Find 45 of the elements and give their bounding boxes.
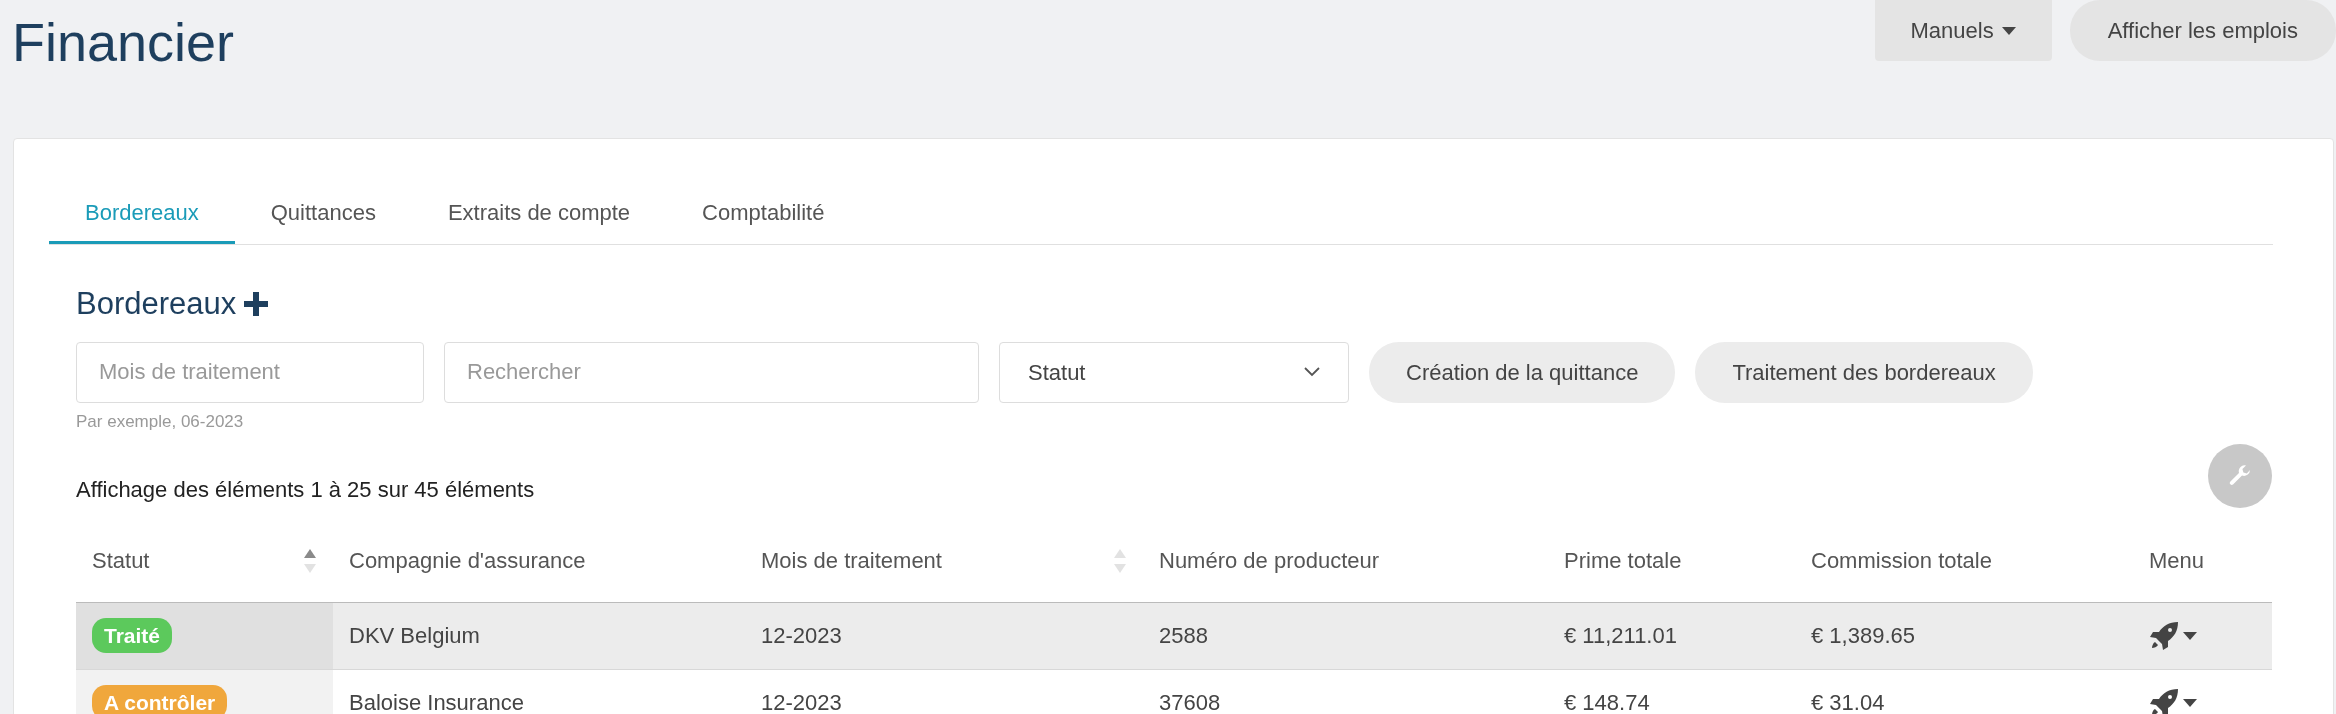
rocket-icon — [2149, 620, 2179, 651]
section-title: Bordereaux — [76, 285, 237, 323]
table-cell: € 148.74 — [1564, 690, 1650, 714]
table-cell: € 31.04 — [1811, 690, 1885, 714]
status-badge: Traité — [92, 617, 173, 654]
table-cell: 2588 — [1159, 623, 1208, 648]
table-cell: 12-2023 — [761, 623, 842, 648]
caret-icon — [2183, 698, 2197, 707]
table-row[interactable]: Traité DKV Belgium 12-2023 2588 € 11,211.01 € 1,389.65 — [76, 602, 2272, 669]
action-button[interactable]: Traitement des bordereaux — [1695, 341, 2033, 403]
column-header: Menu — [2149, 547, 2205, 576]
wrench-icon — [2228, 464, 2252, 488]
table-cell: Baloise Insurance — [349, 690, 524, 714]
show-jobs-button[interactable]: Afficher les emplois — [2069, 0, 2336, 61]
table-cell: € 11,211.01 — [1564, 623, 1677, 648]
column-header: Numéro de producteur — [1159, 547, 1380, 576]
column-header: Prime totale — [1564, 547, 1682, 576]
table-cell: € 1,389.65 — [1811, 623, 1915, 648]
row-menu-button[interactable] — [2149, 687, 2197, 714]
status-select[interactable]: Statut — [999, 341, 1349, 403]
tab[interactable]: Quittances — [234, 184, 412, 244]
tab[interactable]: Extraits de compte — [411, 184, 667, 244]
chevron-down-icon — [1304, 367, 1320, 377]
table-cell: 37608 — [1159, 690, 1221, 714]
field-hint: Par exemple, 06-2023 — [76, 410, 245, 433]
table-row[interactable]: A contrôler Baloise Insurance 12-2023 37608 € 148.74 € 31.04 — [76, 669, 2272, 714]
month-field[interactable]: Mois de traitement — [76, 341, 424, 403]
caret-icon — [2001, 26, 2016, 35]
add-icon[interactable] — [244, 292, 269, 317]
search-field[interactable]: Rechercher — [444, 341, 979, 403]
manuals-dropdown-button[interactable]: Manuels — [1874, 0, 2052, 61]
caret-icon — [2183, 631, 2197, 640]
status-badge: A contrôler — [92, 684, 228, 714]
column-header: Statut — [92, 547, 150, 576]
tab[interactable]: Comptabilité — [666, 184, 861, 244]
row-menu-button[interactable] — [2149, 620, 2197, 651]
table-cell: 12-2023 — [761, 690, 842, 714]
action-button[interactable]: Création de la quittance — [1369, 341, 1676, 403]
rocket-icon — [2149, 687, 2179, 714]
page-title: Financier — [12, 11, 235, 74]
column-header: Mois de traitement — [761, 547, 942, 576]
column-header: Compagnie d'assurance — [349, 547, 586, 576]
results-info: Affichage des éléments 1 à 25 sur 45 éléments — [76, 476, 535, 504]
column-header: Commission totale — [1811, 547, 1992, 576]
table-cell: DKV Belgium — [349, 623, 480, 648]
